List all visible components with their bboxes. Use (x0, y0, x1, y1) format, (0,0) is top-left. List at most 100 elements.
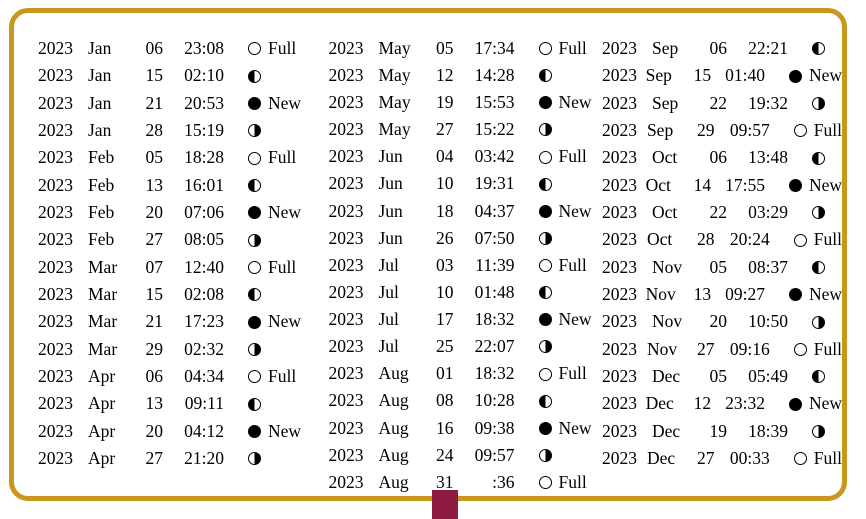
moon-phase-time: 18:32 (474, 363, 515, 384)
moon-phase-row: 2023 Dec 27 00:33 Full (602, 445, 842, 472)
moon-phase-day: 15 (145, 65, 164, 86)
moon-phase-icon-cell (812, 315, 825, 329)
moon-new-icon (248, 424, 261, 438)
moon-phase-year: 2023 (328, 37, 364, 58)
moon-phase-month: Apr (88, 393, 116, 414)
moon-phase-year: 2023 (38, 174, 73, 195)
moon-phase-year: 2023 (602, 338, 637, 359)
moon-phase-month: Feb (88, 147, 115, 168)
moon-last-quarter-icon (248, 233, 261, 247)
moon-phase-row: 2023 Sep 29 09:57 Full (602, 117, 842, 144)
moon-phase-year: 2023 (328, 444, 364, 465)
moon-phase-icon-cell (538, 286, 552, 300)
moon-phase-row: 2023 Feb 27 08:05 (38, 226, 307, 253)
moon-phase-row: 2023 Jun 18 04:37 New (329, 198, 598, 225)
moon-phase-year: 2023 (328, 309, 364, 330)
moon-first-quarter-icon (812, 370, 825, 384)
moon-phase-label: Full (268, 256, 297, 277)
moon-phase-row: 2023 Jul 17 18:32 New (329, 306, 598, 333)
moon-phase-label: Full (558, 146, 587, 167)
moon-phase-label: Full (558, 471, 587, 492)
moon-phase-row: 2023 Jan 28 15:19 (38, 117, 307, 144)
moon-phase-icon-cell: Full (248, 149, 296, 167)
moon-phase-column-0: 2023 Jan 06 23:08 Full 2023 Jan 15 02:10 2023 Jan 2… (14, 35, 307, 496)
moon-phase-day: 15 (145, 284, 164, 305)
moon-phase-row: 2023 Nov 05 08:37 (602, 254, 842, 281)
moon-phase-month: Oct (652, 201, 678, 222)
moon-phase-label: New (268, 420, 302, 441)
moon-phase-month: Nov (652, 311, 683, 332)
moon-phase-label: Full (558, 254, 587, 275)
moon-new-icon (538, 421, 552, 435)
moon-phase-time: 03:29 (748, 201, 788, 222)
moon-new-icon (248, 206, 261, 220)
moon-phase-label: Full (558, 37, 587, 58)
moon-phase-icon-cell (812, 260, 825, 274)
moon-full-icon (248, 42, 261, 56)
moon-phase-day: 10 (436, 281, 454, 302)
moon-phase-year: 2023 (602, 119, 637, 140)
moon-phase-column-1: 2023 May 05 17:34 Full 2023 May 12 14:28 2023 May 1… (307, 35, 598, 496)
moon-phase-time: 18:39 (748, 420, 788, 441)
moon-phase-row: 2023 Mar 15 02:08 (38, 281, 307, 308)
moon-phase-year: 2023 (602, 366, 637, 387)
moon-phase-day: 10 (436, 173, 454, 194)
moon-phase-year: 2023 (38, 338, 73, 359)
moon-phase-icon-cell (248, 69, 261, 83)
moon-phase-year: 2023 (328, 146, 364, 167)
moon-phase-year: 2023 (38, 420, 73, 441)
moon-phase-month: Mar (88, 338, 118, 359)
moon-new-icon (538, 204, 552, 218)
moon-phase-month: Jun (378, 173, 403, 194)
moon-phase-row: 2023 Jan 06 23:08 Full (38, 35, 307, 62)
moon-phase-time: 22:21 (748, 37, 788, 58)
moon-first-quarter-icon (538, 286, 552, 300)
moon-phase-time: 19:32 (748, 92, 788, 113)
moon-phase-month: Mar (88, 256, 118, 277)
moon-phase-month: May (378, 64, 411, 85)
moon-phase-month: Sep (646, 119, 674, 140)
moon-phase-time: 15:22 (474, 119, 515, 140)
moon-phase-row: 2023 Jan 21 20:53 New (38, 90, 307, 117)
moon-phase-label: Full (558, 363, 587, 384)
moon-phase-time: 03:42 (474, 146, 515, 167)
moon-phase-icon-cell: New (788, 286, 842, 304)
moon-phase-day: 29 (696, 119, 715, 140)
moon-phase-icon-cell: Full (248, 256, 297, 277)
moon-new-icon (248, 96, 261, 110)
moon-last-quarter-icon (812, 315, 825, 329)
moon-phase-time: 14:28 (474, 64, 515, 85)
moon-phase-year: 2023 (602, 65, 637, 86)
moon-phase-month: Jan (88, 65, 112, 86)
moon-phase-icon-cell: Full (538, 146, 587, 167)
moon-phase-month: Aug (378, 417, 409, 438)
moon-phase-day: 05 (709, 256, 728, 277)
moon-phase-year: 2023 (602, 311, 637, 332)
moon-phase-time: 08:37 (748, 256, 788, 277)
moon-phase-row: 2023 Nov 20 10:50 (602, 308, 842, 335)
moon-phase-month: Jan (88, 92, 112, 113)
moon-phase-column-2: 2023 Sep 06 22:21 2023 Sep 15 01:40 New 2023 Sep 22… (597, 35, 842, 496)
moon-phase-row: 2023 Aug 08 10:28 (329, 388, 598, 415)
moon-phase-year: 2023 (38, 256, 73, 277)
moon-phase-icon-cell (248, 233, 261, 247)
moon-phase-row: 2023 Apr 13 09:11 (38, 390, 307, 417)
moon-phase-icon-cell: Full (538, 471, 587, 492)
moon-phase-icon-cell (538, 340, 552, 354)
moon-phase-month: Apr (88, 366, 116, 387)
moon-phase-day: 05 (436, 37, 454, 58)
moon-phase-row: 2023 May 12 14:28 (329, 62, 598, 89)
cursor-artifact (432, 490, 458, 519)
moon-phase-month: Oct (646, 229, 673, 250)
moon-phase-row: 2023 Apr 06 04:34 Full (38, 363, 307, 390)
moon-phase-row: 2023 Aug 16 09:38 New (329, 415, 598, 442)
moon-phase-month: Oct (652, 147, 678, 168)
moon-phase-icon-cell (248, 342, 261, 356)
moon-phase-day: 14 (693, 174, 712, 195)
moon-phase-row: 2023 May 19 15:53 New (329, 89, 598, 116)
moon-phase-panel: 2023 Jan 06 23:08 Full 2023 Jan 15 02:10 2023 Jan 2… (9, 8, 847, 519)
moon-phase-day: 27 (696, 448, 715, 469)
moon-phase-icon-cell (248, 397, 261, 411)
moon-last-quarter-icon (248, 124, 261, 138)
moon-phase-icon-cell (538, 177, 552, 191)
